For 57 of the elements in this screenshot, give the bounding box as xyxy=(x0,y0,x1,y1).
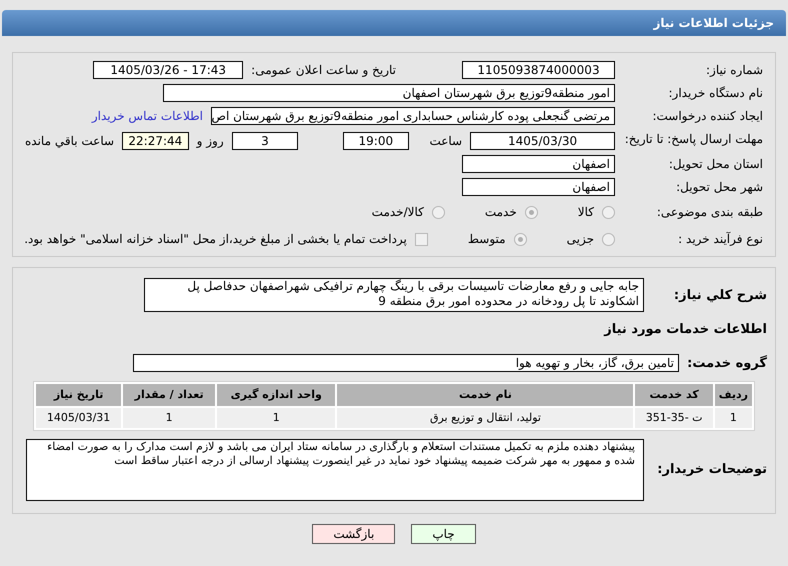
column-header: نام خدمت xyxy=(337,384,634,406)
text-field[interactable]: اصفهان xyxy=(462,155,615,173)
field-label: ساعت باقي مانده xyxy=(25,133,114,150)
text-field[interactable]: 19:00 xyxy=(342,132,410,150)
text-field[interactable]: تامین برق، گاز، بخار و تهویه هوا xyxy=(133,354,679,372)
field-label: مهلت ارسال پاسخ: تا تاریخ: xyxy=(624,131,763,148)
field-label: استان محل تحویل: xyxy=(668,156,763,173)
radio-label: جزیی xyxy=(566,231,594,248)
table-cell: تولید، انتقال و توزیع برق xyxy=(337,408,634,428)
table-cell: 1 xyxy=(123,408,216,428)
field-label: شماره نیاز: xyxy=(705,62,763,79)
radio-button[interactable] xyxy=(524,206,538,218)
field-label: نوع فرآیند خرید : xyxy=(677,231,763,248)
text-field[interactable]: 22:27:44 xyxy=(122,132,189,150)
notes-textarea[interactable]: پیشنهاد دهنده ملزم به تکمیل مستندات استعلام و بارگذاری در سامانه ستاد ایران می باشد و لازم است مدارک را به صورت امضاء شده و ممهور به مهر شرکت ضمیمه پیشنهاد خود نماید در غیر اینصورت پیشنهاد ارسالی از درجه اعتبار ساقط است xyxy=(26,439,644,501)
field-label: تاریخ و ساعت اعلان عمومی: xyxy=(251,62,396,79)
table-cell: 1 xyxy=(217,408,336,428)
column-header: تاریخ نیاز xyxy=(36,384,122,406)
text-field[interactable]: 1405/03/30 xyxy=(470,132,615,150)
description-textarea[interactable]: جابه جایی و رفع معارضات تاسیسات برقی با رینگ چهارم ترافیکی شهراصفهان حدفاصل پل اشکاوند تا پل رودخانه در محدوده امور برق منطقه 9 xyxy=(144,278,644,312)
checkbox[interactable] xyxy=(414,232,428,246)
field-label: گروه خدمت: xyxy=(687,354,767,372)
field-label: ایجاد کننده درخواست: xyxy=(651,108,763,125)
radio-button[interactable] xyxy=(514,232,527,246)
text-field[interactable]: مرتضی گنجعلی پوده کارشناس حسابداری امور منطقه9توزیع برق شهرستان اص xyxy=(211,107,615,125)
text-field[interactable]: اصفهان xyxy=(462,178,615,196)
field-label: شهر محل تحویل: xyxy=(675,179,763,196)
back-button[interactable]: بازگشت xyxy=(312,524,396,544)
header-title: جزئیات اطلاعات نیاز xyxy=(653,15,774,32)
column-header: کد خدمت xyxy=(635,384,713,406)
column-header: واحد اندازه گیری xyxy=(217,384,336,406)
checkbox-label: پرداخت تمام یا بخشی از مبلغ خرید،از محل "اسناد خزانه اسلامی" خواهد بود. xyxy=(24,231,407,248)
radio-button[interactable] xyxy=(602,232,615,246)
field-label: روز و xyxy=(196,133,224,150)
table-cell: 1405/03/31 xyxy=(36,408,122,428)
table-cell: 1 xyxy=(714,408,752,428)
field-label: شرح کلي نياز: xyxy=(672,287,767,305)
text-field[interactable]: 1105093874000003 xyxy=(462,61,615,79)
text-field[interactable]: 1405/03/26 - 17:43 xyxy=(93,61,244,79)
radio-label: کالا/خدمت xyxy=(372,204,424,221)
text-field[interactable]: 3 xyxy=(232,132,298,150)
column-header: تعداد / مقدار xyxy=(123,384,216,406)
field-label: توضیحات خریدار: xyxy=(656,461,767,480)
field-label: طبقه بندی موضوعی: xyxy=(656,204,763,221)
radio-button[interactable] xyxy=(602,206,615,218)
contact-link[interactable]: اطلاعات تماس خریدار xyxy=(92,107,203,125)
column-header: ردیف xyxy=(714,384,752,406)
radio-label: متوسط xyxy=(468,231,506,248)
text-field[interactable]: امور منطقه9توزیع برق شهرستان اصفهان xyxy=(163,84,615,102)
print-button[interactable]: چاپ xyxy=(411,524,476,544)
table-cell: ت -35-351 xyxy=(635,408,713,428)
radio-label: کالا xyxy=(578,204,594,221)
radio-button[interactable] xyxy=(432,206,445,218)
field-label: نام دستگاه خریدار: xyxy=(668,85,763,102)
radio-label: خدمت xyxy=(484,204,517,221)
field-label: ساعت xyxy=(428,133,462,150)
section-title: اطلاعات خدمات مورد نیاز xyxy=(602,321,767,339)
